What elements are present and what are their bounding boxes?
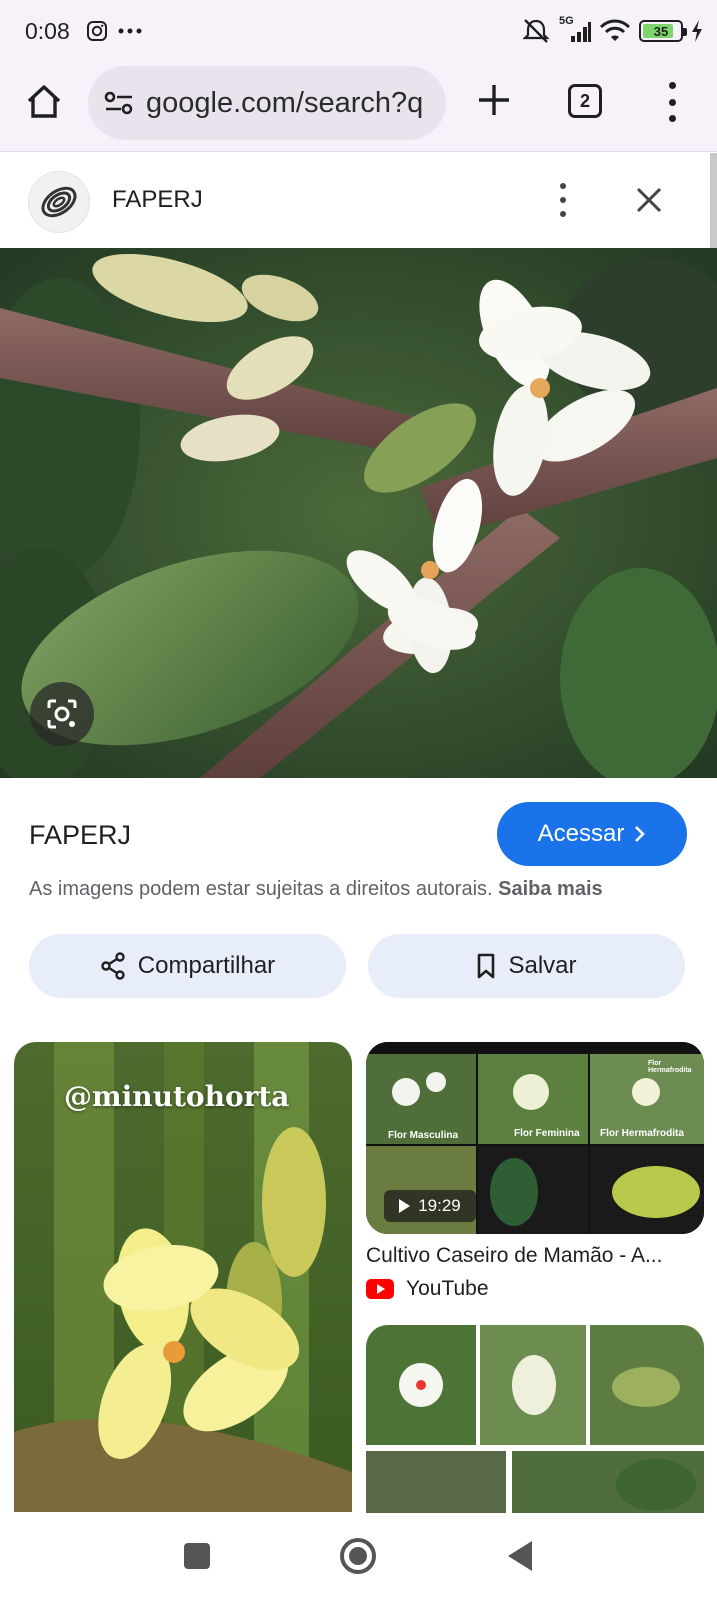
more-vert-icon[interactable] — [556, 183, 570, 217]
save-label: Salvar — [508, 952, 577, 979]
lens-button[interactable] — [30, 682, 94, 746]
collage-label-male: Flor Masculina — [388, 1130, 459, 1141]
tune-icon[interactable] — [104, 90, 134, 116]
copyright-notice: As imagens podem estar sujeitas a direit… — [29, 878, 603, 901]
more-vert-icon[interactable] — [662, 82, 682, 122]
save-button[interactable]: Salvar — [368, 934, 685, 998]
collage-label-hermaphrodite: Flor Hermafrodita — [600, 1128, 684, 1139]
battery-icon: 35 — [639, 20, 687, 42]
home-icon[interactable] — [340, 1538, 376, 1574]
scrollbar[interactable] — [710, 153, 717, 248]
home-icon[interactable] — [24, 82, 64, 122]
video-source-label: YouTube — [406, 1277, 489, 1300]
lens-icon — [47, 699, 77, 729]
signal-group: 5G — [559, 15, 591, 44]
source-title: FAPERJ — [29, 820, 132, 850]
share-icon — [101, 952, 125, 980]
papaya-flower-image — [0, 248, 717, 778]
recent-apps-icon[interactable] — [184, 1543, 210, 1569]
tab-count: 2 — [579, 90, 590, 111]
tabs-icon[interactable]: 2 — [568, 84, 602, 118]
signal-icon — [571, 22, 591, 42]
status-bar: 0:08 5G 35 — [0, 0, 717, 62]
share-button[interactable]: Compartilhar — [29, 934, 346, 998]
visit-label: Acessar — [537, 820, 625, 847]
visit-button[interactable]: Acessar — [497, 802, 687, 866]
close-icon[interactable] — [632, 183, 666, 217]
status-time: 0:08 — [25, 18, 70, 44]
video-source[interactable]: YouTube — [366, 1277, 489, 1301]
video-duration: 19:29 — [418, 1196, 461, 1215]
learn-more-link[interactable]: Saiba mais — [498, 878, 603, 900]
plus-icon[interactable] — [476, 82, 512, 118]
main-image[interactable] — [0, 248, 717, 778]
play-icon — [399, 1199, 411, 1213]
instagram-icon — [87, 21, 107, 41]
video-title[interactable]: Cultivo Caseiro de Mamão - A... — [366, 1244, 706, 1268]
wifi-icon — [599, 19, 631, 41]
silent-icon — [522, 19, 550, 43]
back-icon[interactable] — [508, 1541, 532, 1571]
share-label: Compartilhar — [137, 952, 276, 979]
faperj-logo-icon — [41, 186, 77, 218]
status-right: 5G 35 — [521, 15, 703, 44]
address-bar[interactable]: google.com/search?q — [88, 66, 446, 140]
copyright-text: As imagens podem estar sujeitas a direit… — [29, 878, 493, 900]
video-duration-badge: 19:29 — [384, 1190, 476, 1222]
result-header: FAPERJ — [0, 153, 710, 248]
status-left-icons — [86, 20, 142, 42]
site-logo — [28, 171, 90, 233]
youtube-icon — [366, 1279, 394, 1299]
chevron-right-icon — [635, 826, 646, 842]
browser-toolbar: google.com/search?q 2 — [0, 62, 717, 152]
related-image-card[interactable] — [366, 1325, 704, 1515]
papaya-stages-image — [366, 1325, 704, 1515]
charging-icon — [692, 20, 702, 42]
bookmark-icon — [478, 953, 495, 979]
url-text[interactable]: google.com/search?q — [146, 87, 423, 120]
more-horiz-icon — [118, 28, 142, 34]
collage-label-hermaphrodite-top: Flor Hermafrodita — [648, 1060, 692, 1074]
image-watermark: @minutohorta — [64, 1080, 290, 1113]
battery-level: 35 — [653, 23, 669, 39]
collage-label-female: Flor Feminina — [514, 1128, 580, 1139]
site-name[interactable]: FAPERJ — [112, 186, 203, 214]
